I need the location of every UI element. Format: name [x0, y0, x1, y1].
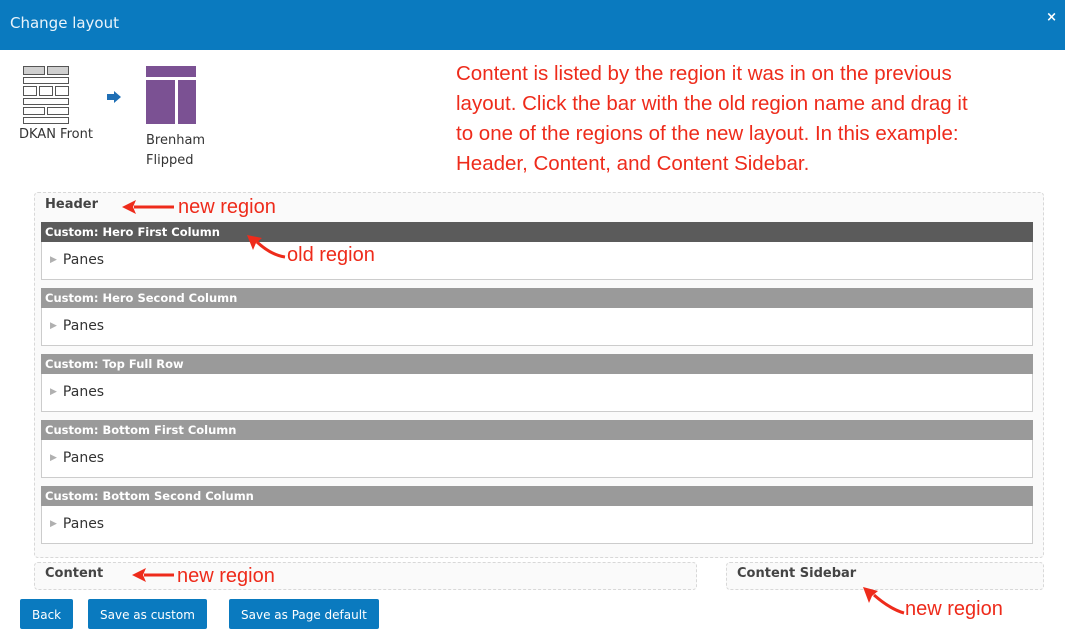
triangle-right-icon[interactable]: ▶ — [50, 453, 57, 463]
old-layout-thumbnail — [20, 66, 76, 124]
annotation-old-region: old region — [287, 244, 375, 266]
region-header-title: Header — [45, 197, 99, 212]
annotation-arrow-icon — [132, 568, 174, 582]
panes-label[interactable]: Panes — [63, 318, 104, 334]
pane-body: ▶ Panes — [41, 308, 1033, 346]
region-content-title: Content — [45, 566, 104, 581]
instruction-note: Content is listed by the region it was i… — [456, 62, 968, 175]
back-button[interactable]: Back — [20, 599, 74, 629]
new-layout-name: Brenham Flipped — [146, 131, 236, 171]
pane-body: ▶ Panes — [41, 440, 1033, 478]
triangle-right-icon[interactable]: ▶ — [50, 519, 57, 529]
pane-body: ▶ Panes — [41, 374, 1033, 412]
panes-label[interactable]: Panes — [63, 516, 104, 532]
pane-drag-bar[interactable]: Custom: Bottom Second Column — [41, 486, 1033, 506]
pane-drag-bar[interactable]: Custom: Top Full Row — [41, 354, 1033, 374]
panes-label[interactable]: Panes — [63, 384, 104, 400]
triangle-right-icon[interactable]: ▶ — [50, 387, 57, 397]
old-layout-name: DKAN Front — [19, 127, 93, 142]
pane-bottom-first-column: Custom: Bottom First Column ▶ Panes — [41, 420, 1033, 478]
triangle-right-icon[interactable]: ▶ — [50, 321, 57, 331]
pane-drag-bar[interactable]: Custom: Bottom First Column — [41, 420, 1033, 440]
annotation-arrow-icon — [122, 200, 174, 214]
pane-hero-first-column: Custom: Hero First Column ▶ Panes — [41, 222, 1033, 280]
pane-body: ▶ Panes — [41, 242, 1033, 280]
region-content-sidebar-title: Content Sidebar — [737, 566, 857, 581]
annotation-new-region: new region — [905, 598, 1003, 620]
close-icon[interactable]: × — [1046, 10, 1057, 25]
pane-drag-bar[interactable]: Custom: Hero First Column — [41, 222, 1033, 242]
annotation-arrow-icon — [863, 587, 905, 615]
annotation-arrow-icon — [247, 235, 286, 259]
annotation-new-region: new region — [177, 565, 275, 587]
annotation-new-region: new region — [178, 196, 276, 218]
pane-hero-second-column: Custom: Hero Second Column ▶ Panes — [41, 288, 1033, 346]
pane-bottom-second-column: Custom: Bottom Second Column ▶ Panes — [41, 486, 1033, 544]
save-as-custom-button[interactable]: Save as custom — [88, 599, 207, 629]
panes-label[interactable]: Panes — [63, 450, 104, 466]
new-layout-name-line1: Brenham — [146, 133, 206, 148]
save-as-page-default-button[interactable]: Save as Page default — [229, 599, 379, 629]
panes-label[interactable]: Panes — [63, 252, 104, 268]
pane-drag-bar[interactable]: Custom: Hero Second Column — [41, 288, 1033, 308]
arrow-right-icon — [107, 91, 121, 103]
pane-body: ▶ Panes — [41, 506, 1033, 544]
triangle-right-icon[interactable]: ▶ — [50, 255, 57, 265]
pane-top-full-row: Custom: Top Full Row ▶ Panes — [41, 354, 1033, 412]
dialog-titlebar: Change layout × — [0, 0, 1065, 50]
dialog-title: Change layout — [10, 14, 119, 32]
new-layout-thumbnail — [146, 66, 196, 124]
new-layout-name-line2: Flipped — [146, 153, 194, 168]
